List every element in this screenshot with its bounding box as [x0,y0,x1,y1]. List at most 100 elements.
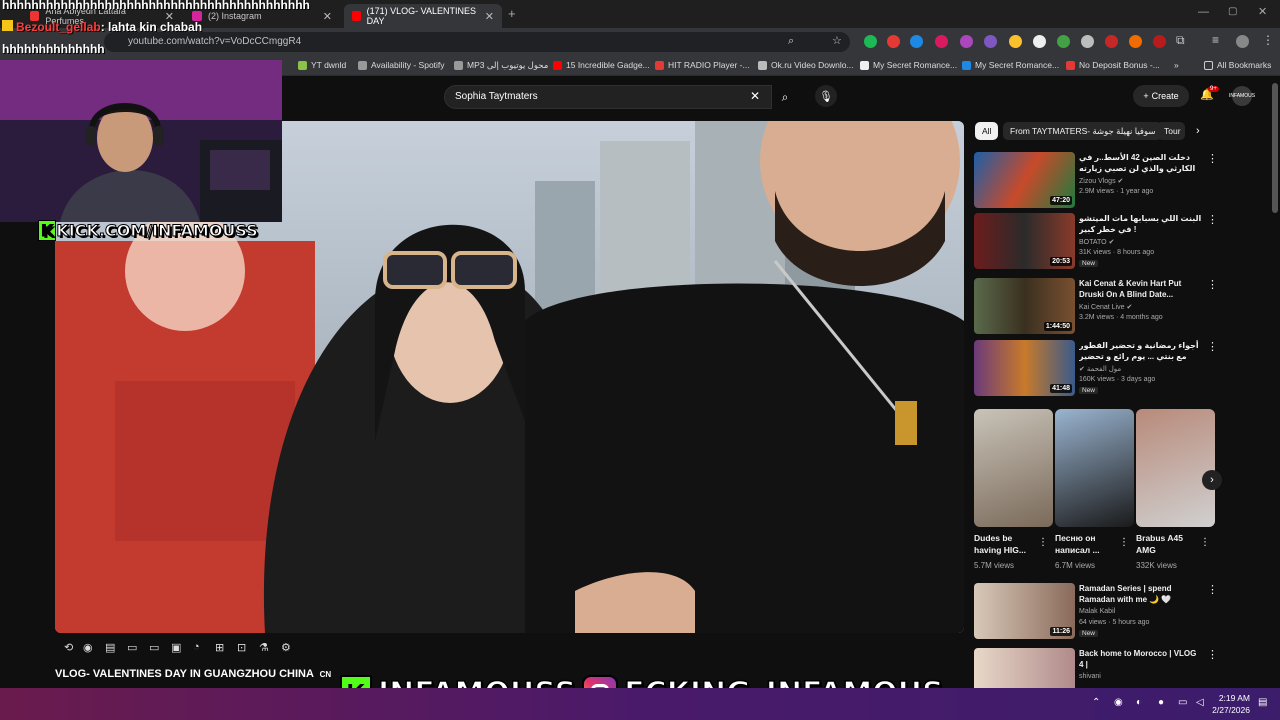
more-options-icon[interactable]: ⋮ [1207,648,1218,661]
bookmark-item[interactable]: My Secret Romance... [962,60,1059,70]
extension-icon[interactable] [910,35,923,48]
more-options-icon[interactable]: ⋮ [1038,537,1048,548]
extension-icon[interactable] [1129,35,1142,48]
video-thumbnail[interactable]: 20:53 [974,213,1075,269]
live-icon[interactable]: ◉ [83,641,93,654]
channel-name[interactable]: ✔ مول الفحمة [1079,365,1121,373]
volume-icon[interactable]: ◁ [1196,697,1204,708]
browser-menu-icon[interactable]: ⋮ [1262,33,1274,47]
channel-name[interactable]: BOTATO ✔ [1079,238,1114,246]
channel-name[interactable]: Malak Kabil [1079,608,1115,615]
discord-icon[interactable]: ◐ [1136,697,1142,708]
profile-avatar-icon[interactable] [1236,35,1249,48]
chip-from-channel[interactable]: From TAYTMATERS- سوفيا نهيلة جوشة [1003,122,1163,140]
speed-icon[interactable]: ◔ [193,641,200,653]
extension-icon[interactable] [960,35,973,48]
extension-icon[interactable] [1153,35,1166,48]
create-button[interactable]: + Create [1133,85,1189,107]
bookmarks-overflow-icon[interactable]: » [1174,60,1179,70]
zoom-icon[interactable]: ⌕ [788,35,794,48]
short-title[interactable]: Dudes be having HIG... [974,532,1040,556]
recommended-video[interactable]: Back home to Morocco | VLOG 4 | shivani … [974,648,1219,688]
chevron-right-icon[interactable]: › [1196,125,1200,137]
video-thumbnail[interactable]: 1:44:50 [974,278,1075,334]
bookmark-item[interactable]: Availability - Spotify [358,60,445,70]
extension-icon[interactable] [1057,35,1070,48]
add-icon[interactable]: ⊞ [215,641,224,654]
extension-icon[interactable] [935,35,948,48]
more-options-icon[interactable]: ⋮ [1207,278,1218,291]
extension-icon[interactable] [1081,35,1094,48]
extensions-puzzle-icon[interactable]: ⧉ [1176,33,1185,48]
clear-search-icon[interactable]: ✕ [750,89,760,103]
extension-icon[interactable] [984,35,997,48]
recommended-video[interactable]: 1:44:50 Kai Cenat & Kevin Hart Put Drusk… [974,278,1219,336]
tab-youtube-active[interactable]: (171) VLOG- VALENTINES DAY ✕ [344,4,502,28]
close-tab-icon[interactable]: ✕ [485,10,494,23]
short-thumbnail[interactable] [1055,409,1134,527]
system-clock[interactable]: 2:19 AM 2/27/2026 [1212,692,1250,716]
bookmark-star-icon[interactable]: ☆ [832,34,842,47]
bookmark-item[interactable]: MP3 محول يوتيوب إلى [454,60,548,71]
maximize-icon[interactable]: ▢ [1228,6,1237,17]
video-thumbnail[interactable] [974,648,1075,688]
theater-icon[interactable]: ▭ [149,641,159,654]
extension-icon[interactable] [864,35,877,48]
video-title[interactable]: أجواء رمضانية و تحضير الفطور مع بنتي ...… [1079,340,1203,362]
short-title[interactable]: Brabus A45 AMG [1136,532,1202,556]
video-title[interactable]: Kai Cenat & Kevin Hart Put Druski On A B… [1079,278,1203,300]
more-options-icon[interactable]: ⋮ [1207,583,1218,596]
screenshot-icon[interactable]: ⊡ [237,641,246,654]
bookmark-item[interactable]: No Deposit Bonus -... [1066,60,1160,70]
miniplayer-icon[interactable]: ▭ [127,641,137,654]
all-bookmarks-folder[interactable]: All Bookmarks [1204,60,1271,70]
extension-icon[interactable] [887,35,900,48]
short-thumbnail[interactable] [974,409,1053,527]
bookmark-item[interactable]: 15 Incredible Gadge... [553,60,650,70]
search-input[interactable]: Sophia Taytmaters [444,85,772,109]
video-title[interactable]: البنت اللي بسبابها مات الميتشو في خطر كب… [1079,213,1203,235]
recommended-video[interactable]: 41:48 أجواء رمضانية و تحضير الفطور مع بن… [974,340,1219,398]
chip-all[interactable]: All [975,122,999,140]
bookmark-item[interactable]: Ok.ru Video Downlo... [758,60,854,70]
loop-icon[interactable]: ⟲ [64,641,73,654]
short-thumbnail[interactable] [1136,409,1215,527]
bookmark-item[interactable]: My Secret Romance... [860,60,957,70]
recommended-video[interactable]: 47:20 دخلت الصين 42 الأسط..ر في الكارثي … [974,152,1219,210]
bookmark-item[interactable]: HIT RADIO Player -... [655,60,750,70]
close-tab-icon[interactable]: ✕ [323,10,332,23]
flask-icon[interactable]: ⚗ [259,641,269,654]
extension-icon[interactable] [1105,35,1118,48]
short-title[interactable]: Песню он написал ... [1055,532,1121,556]
channel-name[interactable]: Zizou Vlogs ✔ [1079,177,1123,185]
search-button[interactable]: ⌕ [772,85,798,109]
shorts-next-chevron-icon[interactable]: › [1202,470,1222,490]
recommended-video[interactable]: 20:53 البنت اللي بسبابها مات الميتشو في … [974,213,1219,271]
microphone-icon[interactable]: ● [1158,697,1164,708]
channel-name[interactable]: shivani [1079,673,1101,680]
settings-gear-icon[interactable]: ⚙ [281,641,291,654]
video-thumbnail[interactable]: 41:48 [974,340,1075,396]
more-options-icon[interactable]: ⋮ [1207,213,1218,226]
bookmark-item[interactable]: YT dwnld [298,60,346,70]
url-field[interactable]: youtube.com/watch?v=VoDcCCmggR4 [104,32,850,52]
network-icon[interactable]: ▭ [1178,697,1187,708]
more-options-icon[interactable]: ⋮ [1207,152,1218,165]
tray-app-icon[interactable]: ◉ [1114,697,1123,708]
extension-icon[interactable] [1033,35,1046,48]
page-scrollbar[interactable] [1272,83,1278,213]
pip-icon[interactable]: ▣ [171,641,181,654]
video-title[interactable]: دخلت الصين 42 الأسط..ر في الكارثي والذي … [1079,152,1203,174]
extension-icon[interactable] [1009,35,1022,48]
video-thumbnail[interactable]: 47:20 [974,152,1075,208]
account-avatar[interactable]: INFAMOUS [1229,86,1255,106]
channel-name[interactable]: Kai Cenat Live ✔ [1079,303,1132,311]
video-thumbnail[interactable]: 11:26 [974,583,1075,639]
more-options-icon[interactable]: ⋮ [1207,340,1218,353]
recommended-video[interactable]: 11:26 Ramadan Series | spend Ramadan wit… [974,583,1219,641]
voice-search-button[interactable]: 🎙 [815,85,837,107]
tray-chevron-icon[interactable]: ⌃ [1092,697,1100,708]
captions-icon[interactable]: ▤ [105,641,115,654]
reading-list-icon[interactable]: ≡ [1212,33,1219,47]
more-options-icon[interactable]: ⋮ [1119,537,1129,548]
